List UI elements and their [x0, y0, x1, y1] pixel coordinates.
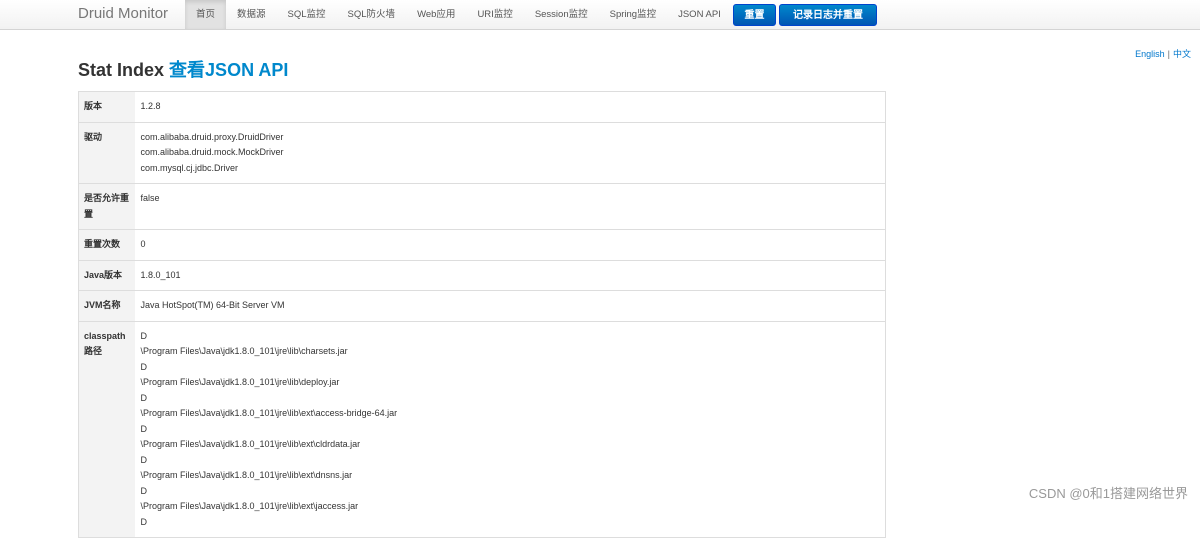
page-title: Stat Index 查看JSON API: [78, 56, 288, 82]
value-line: 1.2.8: [140, 101, 161, 111]
value-line: \Program Files\Java\jdk1.8.0_101\jre\lib…: [140, 346, 348, 356]
value-line: com.alibaba.druid.proxy.DruidDriver: [140, 131, 284, 142]
row-key: classpath路径: [78, 320, 135, 538]
table-row: 是否允许重置 false: [78, 183, 886, 230]
value-line: D: [140, 330, 148, 341]
value-line: \Program Files\Java\jdk1.8.0_101\jre\lib…: [140, 377, 340, 387]
nav-item-datasource[interactable]: 数据源: [226, 0, 277, 29]
page-title-text: Stat Index: [78, 60, 165, 80]
value-line: com.alibaba.druid.mock.MockDriver: [140, 147, 284, 157]
value-line: false: [140, 193, 160, 203]
value-line: D: [140, 423, 148, 434]
row-value: 1.2.8: [134, 91, 886, 122]
nav-item-uri-monitor[interactable]: URI监控: [466, 0, 523, 29]
log-and-reset-button[interactable]: 记录日志并重置: [779, 4, 877, 26]
row-value: com.alibaba.druid.proxy.DruidDriver com.…: [134, 121, 886, 184]
value-line: 0: [140, 239, 146, 249]
row-value: D \Program Files\Java\jdk1.8.0_101\jre\l…: [134, 320, 886, 538]
view-json-api-link[interactable]: 查看JSON API: [169, 60, 288, 80]
value-line: \Program Files\Java\jdk1.8.0_101\jre\lib…: [140, 408, 398, 418]
stat-table: 版本 1.2.8 驱动 com.alibaba.druid.proxy.Drui…: [78, 91, 886, 538]
lang-separator: |: [1167, 49, 1170, 59]
row-value: 0: [134, 229, 886, 260]
value-line: com.mysql.cj.jdbc.Driver: [140, 162, 239, 173]
value-line: D: [140, 392, 148, 403]
row-key: 是否允许重置: [78, 183, 135, 230]
row-key: 版本: [78, 91, 135, 122]
value-line: D: [140, 485, 148, 496]
row-key: 重置次数: [78, 229, 135, 260]
value-line: \Program Files\Java\jdk1.8.0_101\jre\lib…: [140, 470, 353, 480]
nav-item-sql-monitor[interactable]: SQL监控: [277, 0, 337, 29]
nav-item-sql-firewall[interactable]: SQL防火墙: [337, 0, 407, 29]
nav-item-session-monitor[interactable]: Session监控: [524, 0, 599, 29]
brand-logo-text[interactable]: Druid Monitor: [78, 5, 168, 22]
value-line: D: [140, 516, 148, 527]
reset-button[interactable]: 重置: [733, 4, 776, 26]
row-key: 驱动: [78, 121, 135, 184]
table-row: 驱动 com.alibaba.druid.proxy.DruidDriver c…: [78, 121, 886, 184]
row-value: false: [134, 183, 886, 230]
row-key: JVM名称: [78, 290, 135, 321]
top-navbar: Druid Monitor 首页 数据源 SQL监控 SQL防火墙 Web应用 …: [0, 0, 1200, 30]
table-row: JVM名称 Java HotSpot(TM) 64-Bit Server VM: [78, 290, 886, 321]
table-row: 重置次数 0: [78, 229, 886, 260]
nav-item-json-api[interactable]: JSON API: [667, 0, 732, 29]
language-switcher: English | 中文: [1135, 47, 1191, 60]
nav-item-spring-monitor[interactable]: Spring监控: [599, 0, 667, 29]
csdn-watermark: CSDN @0和1搭建网络世界: [1028, 486, 1188, 501]
table-row: 版本 1.2.8: [78, 91, 886, 122]
nav-menu: 首页 数据源 SQL监控 SQL防火墙 Web应用 URI监控 Session监…: [185, 0, 732, 29]
value-line: Java HotSpot(TM) 64-Bit Server VM: [140, 300, 285, 310]
table-row: Java版本 1.8.0_101: [78, 259, 886, 291]
value-line: \Program Files\Java\jdk1.8.0_101\jre\lib…: [140, 501, 359, 511]
nav-item-home[interactable]: 首页: [185, 0, 227, 29]
value-line: 1.8.0_101: [140, 269, 181, 280]
row-key: Java版本: [78, 259, 135, 291]
lang-chinese-link[interactable]: 中文: [1173, 49, 1191, 59]
row-value: Java HotSpot(TM) 64-Bit Server VM: [134, 290, 886, 321]
lang-english-link[interactable]: English: [1135, 49, 1165, 59]
table-row: classpath路径 D \Program Files\Java\jdk1.8…: [78, 320, 886, 538]
value-line: \Program Files\Java\jdk1.8.0_101\jre\lib…: [140, 439, 361, 449]
nav-item-web-app[interactable]: Web应用: [406, 0, 466, 29]
value-line: D: [140, 361, 148, 372]
value-line: D: [140, 454, 148, 465]
row-value: 1.8.0_101: [134, 259, 886, 291]
